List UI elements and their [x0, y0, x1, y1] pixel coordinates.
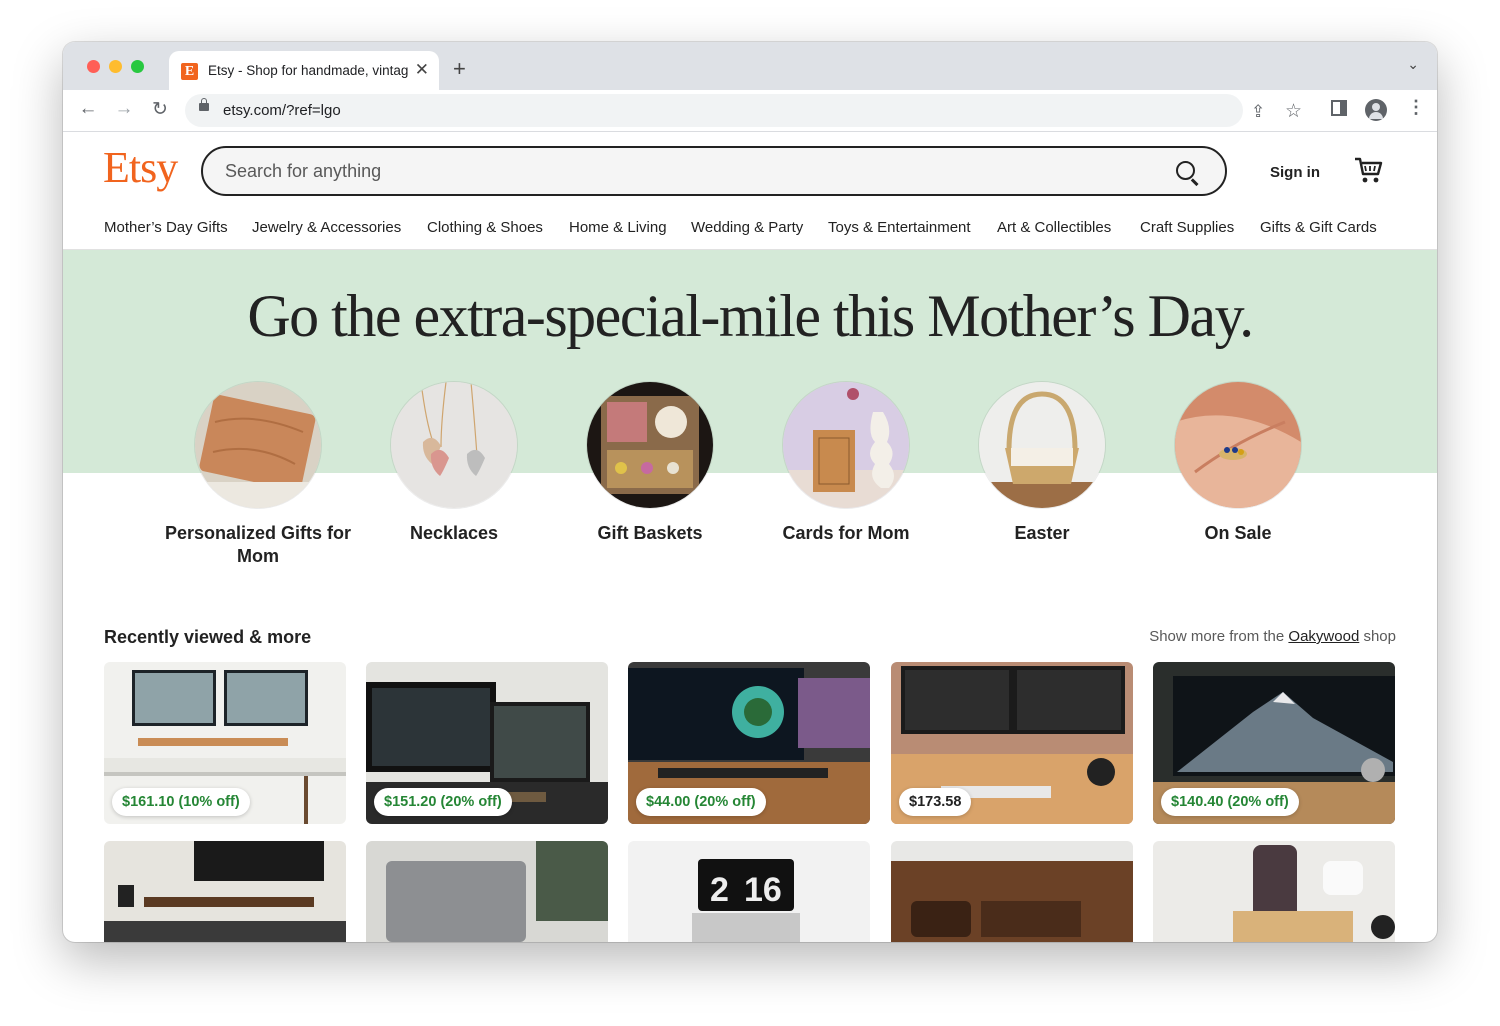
circle-label: Gift Baskets — [597, 523, 703, 543]
circle-image-cutting-board — [195, 382, 321, 508]
show-more-from-shop: Show more from the Oakywood shop — [1149, 628, 1396, 645]
circle-cards-for-mom[interactable]: Cards for Mom — [751, 382, 941, 545]
side-panel-icon[interactable] — [1331, 100, 1347, 121]
sign-in-link[interactable]: Sign in — [1270, 164, 1320, 181]
price-badge: $161.10 (10% off) — [112, 788, 250, 816]
circle-easter[interactable]: Easter — [947, 382, 1137, 545]
show-more-suffix: shop — [1363, 628, 1396, 645]
listing-image-flip-clock-laptop: 2 16 — [628, 841, 870, 942]
listing-card[interactable]: $44.00 (20% off) — [628, 662, 870, 824]
price-badge: $140.40 (20% off) — [1161, 788, 1299, 816]
circle-image-ring-hand — [1175, 382, 1301, 508]
listing-image-desk-organizer — [891, 841, 1133, 942]
browser-tab[interactable]: E Etsy - Shop for handmade, vintage ✕ — [169, 51, 439, 90]
etsy-favicon-icon: E — [181, 63, 198, 80]
search-input[interactable] — [223, 160, 1127, 183]
listing-card[interactable]: 2 16 — [628, 841, 870, 942]
nav-craft-supplies[interactable]: Craft Supplies — [1140, 219, 1234, 236]
tab-title: Etsy - Shop for handmade, vintage — [208, 63, 408, 78]
listing-image-walnut-riser — [104, 841, 346, 942]
share-icon[interactable]: ⇪ — [1251, 102, 1265, 122]
tab-strip: E Etsy - Shop for handmade, vintage ✕ + … — [63, 42, 1437, 90]
search-bar — [201, 146, 1227, 196]
listing-card[interactable]: $161.10 (10% off) — [104, 662, 346, 824]
circle-gift-baskets[interactable]: Gift Baskets — [555, 382, 745, 545]
listing-card[interactable] — [1153, 841, 1395, 942]
etsy-logo[interactable]: Etsy — [103, 142, 178, 193]
listing-card[interactable] — [104, 841, 346, 942]
nav-mothers-day-gifts[interactable]: Mother’s Day Gifts — [104, 219, 228, 236]
show-more-prefix: Show more from the — [1149, 628, 1285, 645]
address-bar[interactable]: etsy.com/?ref=lgo ⇪ ☆ — [185, 94, 1302, 127]
search-icon[interactable] — [1176, 161, 1195, 180]
circle-image-gift-box — [587, 382, 713, 508]
listing-card[interactable] — [891, 841, 1133, 942]
new-tab-icon[interactable]: + — [453, 56, 466, 82]
listing-image-laptop-stand — [366, 841, 608, 942]
nav-toys-entertainment[interactable]: Toys & Entertainment — [828, 219, 971, 236]
cart-icon[interactable] — [1353, 155, 1385, 185]
circle-label: Cards for Mom — [782, 523, 910, 543]
back-arrow-icon[interactable]: ← — [76, 98, 100, 120]
nav-home-living[interactable]: Home & Living — [569, 219, 667, 236]
listing-card[interactable] — [366, 841, 608, 942]
profile-avatar-icon[interactable] — [1365, 99, 1387, 121]
circle-image-necklaces — [391, 382, 517, 508]
menu-dots-icon[interactable]: ⋮ — [1407, 97, 1425, 118]
recently-viewed-title: Recently viewed & more — [104, 627, 312, 647]
circle-label: On Sale — [1204, 523, 1272, 543]
tab-search-chevron-icon[interactable]: ⌄ — [1407, 56, 1419, 73]
circle-image-basket — [979, 382, 1105, 508]
price-badge: $151.20 (20% off) — [374, 788, 512, 816]
circle-personalized-gifts[interactable]: Personalized Gifts for Mom — [163, 382, 353, 568]
circle-label: Personalized Gifts for Mom — [164, 523, 352, 566]
close-window-button[interactable] — [87, 60, 100, 73]
close-tab-icon[interactable]: ✕ — [415, 60, 429, 80]
shop-link[interactable]: Oakywood — [1288, 628, 1359, 645]
svg-text:16: 16 — [744, 871, 782, 909]
url-text: etsy.com/?ref=lgo — [223, 102, 341, 119]
listing-card[interactable]: $151.20 (20% off) — [366, 662, 608, 824]
nav-gifts-gift-cards[interactable]: Gifts & Gift Cards — [1260, 219, 1377, 236]
listing-card[interactable]: $173.58 — [891, 662, 1133, 824]
svg-text:2: 2 — [710, 871, 729, 909]
nav-wedding-party[interactable]: Wedding & Party — [691, 219, 803, 236]
circle-label: Easter — [1014, 523, 1070, 543]
nav-art-collectibles[interactable]: Art & Collectibles — [997, 219, 1111, 236]
nav-clothing-shoes[interactable]: Clothing & Shoes — [427, 219, 543, 236]
circle-necklaces[interactable]: Necklaces — [359, 382, 549, 545]
forward-arrow-icon[interactable]: → — [112, 98, 136, 120]
price-badge: $44.00 (20% off) — [636, 788, 766, 816]
browser-window: E Etsy - Shop for handmade, vintage ✕ + … — [63, 42, 1437, 942]
hero-title: Go the extra-special-mile this Mother’s … — [247, 283, 1254, 349]
minimize-window-button[interactable] — [109, 60, 122, 73]
nav-jewelry-accessories[interactable]: Jewelry & Accessories — [252, 219, 401, 236]
bookmark-star-icon[interactable]: ☆ — [1285, 100, 1302, 123]
circle-image-card — [783, 382, 909, 508]
maximize-window-button[interactable] — [131, 60, 144, 73]
listing-image-charging-dock — [1153, 841, 1395, 942]
circle-label: Necklaces — [409, 523, 499, 543]
lock-icon — [199, 98, 209, 111]
circle-on-sale[interactable]: On Sale — [1143, 382, 1333, 545]
price-badge: $173.58 — [899, 788, 972, 816]
listing-card[interactable]: $140.40 (20% off) — [1153, 662, 1395, 824]
browser-toolbar: ← → ↻ etsy.com/?ref=lgo ⇪ ☆ ⋮ — [63, 90, 1437, 132]
reload-icon[interactable]: ↻ — [148, 98, 172, 121]
